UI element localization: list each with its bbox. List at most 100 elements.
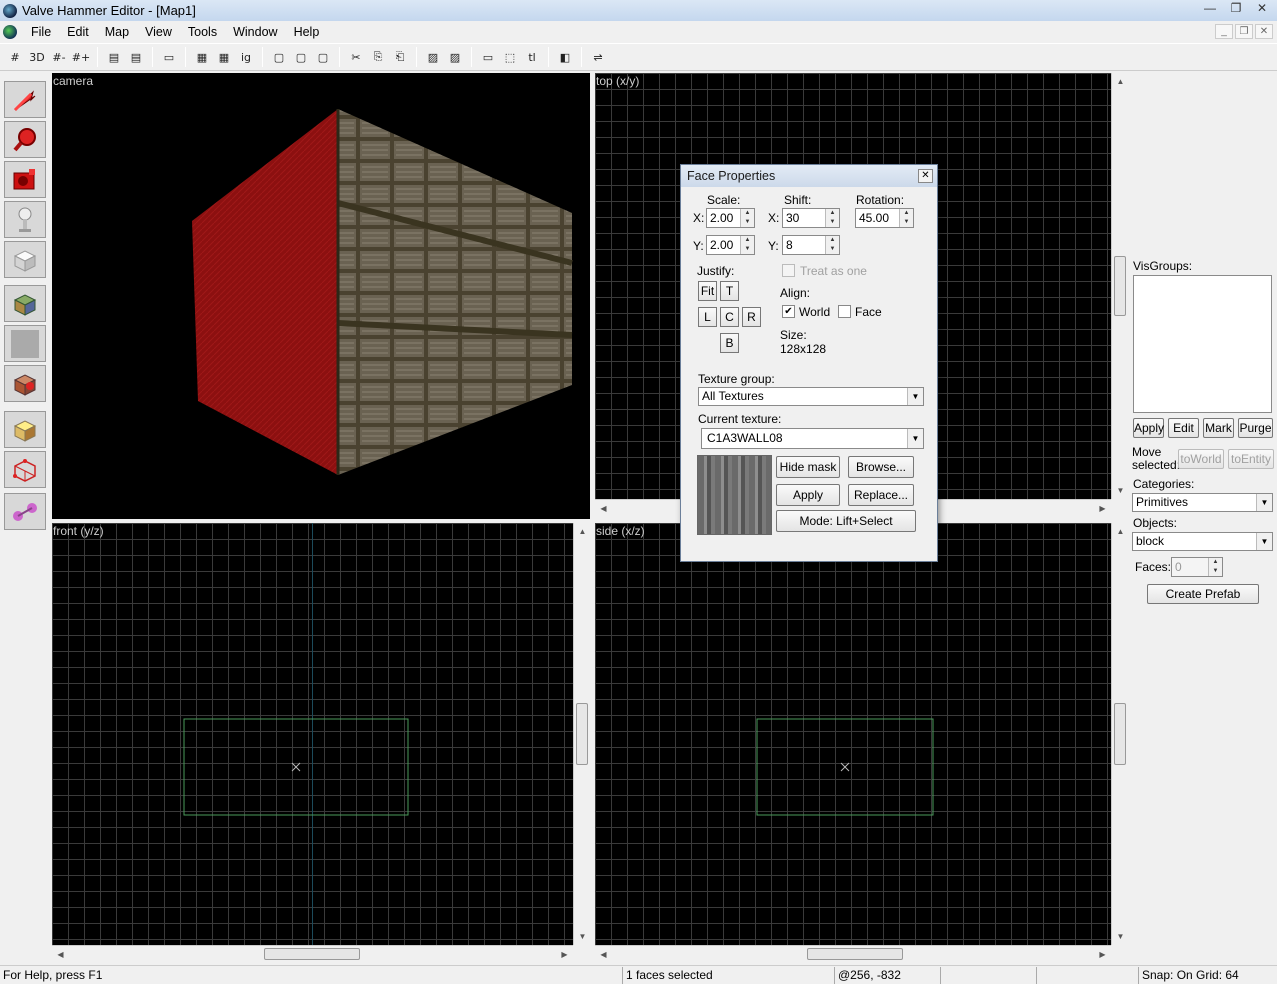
menu-view[interactable]: View — [137, 25, 180, 39]
texture-application-tool[interactable] — [4, 285, 46, 322]
spin-arrows-icon[interactable]: ▲ ▼ — [1208, 558, 1222, 576]
to-world-button[interactable]: toWorld — [1178, 449, 1224, 469]
scale-x-spinner[interactable]: 2.00 ▲ ▼ — [706, 208, 755, 228]
rotation-spinner[interactable]: 45.00 ▲ ▼ — [855, 208, 914, 228]
texture-lock-toggle-icon[interactable]: tl — [521, 46, 543, 68]
browse-button[interactable]: Browse... — [848, 456, 914, 478]
visgroup-apply-button[interactable]: Apply — [1133, 418, 1164, 438]
scale-y-spinner[interactable]: 2.00 ▲ ▼ — [706, 235, 755, 255]
apply-texture-tool[interactable] — [4, 325, 46, 362]
dropdown-arrow-icon[interactable]: ▼ — [907, 388, 923, 405]
cordon-icon[interactable]: ▨ — [422, 46, 444, 68]
smaller-grid-icon[interactable]: #- — [48, 46, 70, 68]
handles-icon[interactable]: ▭ — [477, 46, 499, 68]
scroll-right-arrow-icon[interactable]: ▶ — [556, 946, 573, 963]
scroll-thumb[interactable] — [576, 703, 588, 765]
scroll-left-arrow-icon[interactable]: ◀ — [595, 500, 612, 517]
copy-icon[interactable]: ⎘ — [367, 46, 389, 68]
vertex-tool[interactable] — [4, 451, 46, 488]
menu-file[interactable]: File — [23, 25, 59, 39]
treat-as-one-checkbox[interactable] — [782, 264, 795, 277]
menu-tools[interactable]: Tools — [180, 25, 225, 39]
close-button[interactable]: ✕ — [1251, 1, 1273, 17]
mode-button[interactable]: Mode: Lift+Select — [776, 510, 916, 532]
front-horizontal-scrollbar[interactable]: ◀ ▶ — [52, 945, 573, 962]
scroll-thumb[interactable] — [1114, 703, 1126, 765]
ungroup-icon[interactable]: ▤ — [125, 46, 147, 68]
entity-tool[interactable] — [4, 201, 46, 238]
justify-right-button[interactable]: R — [742, 307, 761, 327]
scroll-thumb[interactable] — [264, 948, 360, 960]
mdi-close-button[interactable]: ✕ — [1255, 24, 1273, 39]
replace-button[interactable]: Replace... — [848, 484, 914, 506]
spin-arrows-icon[interactable]: ▲ ▼ — [899, 209, 913, 227]
dropdown-arrow-icon[interactable]: ▼ — [1256, 494, 1272, 511]
run-map-icon[interactable]: ◧ — [554, 46, 576, 68]
scroll-down-arrow-icon[interactable]: ▼ — [574, 928, 591, 945]
tie-to-entity-icon[interactable]: ▢ — [312, 46, 334, 68]
visgroup-purge-button[interactable]: Purge — [1238, 418, 1273, 438]
apply-texture-button[interactable]: Apply — [776, 484, 840, 506]
larger-grid-icon[interactable]: #+ — [70, 46, 92, 68]
scroll-right-arrow-icon[interactable]: ▶ — [1094, 500, 1111, 517]
dropdown-arrow-icon[interactable]: ▼ — [907, 429, 923, 448]
hide-mask-button[interactable]: Hide mask — [776, 456, 840, 478]
selection-tool[interactable] — [4, 81, 46, 118]
align-world-checkbox[interactable]: ✔ — [782, 305, 795, 318]
current-texture-select[interactable]: C1A3WALL08 ▼ — [701, 428, 924, 449]
decal-tool[interactable] — [4, 365, 46, 402]
dropdown-arrow-icon[interactable]: ▼ — [1256, 533, 1272, 550]
scroll-up-arrow-icon[interactable]: ▲ — [574, 523, 591, 540]
menu-edit[interactable]: Edit — [59, 25, 97, 39]
ignore-groups-icon[interactable]: ig — [235, 46, 257, 68]
texture-group-select[interactable]: All Textures ▼ — [698, 387, 924, 406]
create-prefab-button[interactable]: Create Prefab — [1147, 584, 1259, 604]
align-face-checkbox[interactable] — [838, 305, 851, 318]
texture-lock-icon[interactable]: ▦ — [191, 46, 213, 68]
group-icon[interactable]: ▤ — [103, 46, 125, 68]
clipping-tool[interactable] — [4, 411, 46, 448]
hollow-icon[interactable]: ▢ — [290, 46, 312, 68]
side-vertical-scrollbar[interactable]: ▲ ▼ — [1111, 523, 1128, 945]
top-vertical-scrollbar[interactable]: ▲ ▼ — [1111, 73, 1128, 499]
categories-select[interactable]: Primitives ▼ — [1132, 493, 1273, 512]
justify-fit-button[interactable]: Fit — [698, 281, 717, 301]
shift-y-spinner[interactable]: 8 ▲ ▼ — [782, 235, 840, 255]
spin-arrows-icon[interactable]: ▲ ▼ — [740, 209, 754, 227]
paste-icon[interactable]: ⎗ — [389, 46, 411, 68]
front-vertical-scrollbar[interactable]: ▲ ▼ — [573, 523, 590, 945]
camera-tool[interactable] — [4, 161, 46, 198]
3d-grid-icon[interactable]: 3D — [26, 46, 48, 68]
block-tool[interactable] — [4, 241, 46, 278]
objects-select[interactable]: block ▼ — [1132, 532, 1273, 551]
magnify-tool[interactable] — [4, 121, 46, 158]
minimize-button[interactable]: — — [1199, 1, 1221, 17]
scroll-down-arrow-icon[interactable]: ▼ — [1112, 482, 1129, 499]
justify-bottom-button[interactable]: B — [720, 333, 739, 353]
mdi-minimize-button[interactable]: _ — [1215, 24, 1233, 39]
menu-window[interactable]: Window — [225, 25, 285, 39]
side-viewport[interactable]: side (x/z) — [595, 523, 1111, 945]
scroll-right-arrow-icon[interactable]: ▶ — [1094, 946, 1111, 963]
dialog-close-icon[interactable]: ✕ — [918, 169, 933, 183]
visgroup-mark-button[interactable]: Mark — [1203, 418, 1234, 438]
scroll-left-arrow-icon[interactable]: ◀ — [52, 946, 69, 963]
justify-center-button[interactable]: C — [720, 307, 739, 327]
cut-icon[interactable]: ✂ — [345, 46, 367, 68]
document-icon[interactable] — [3, 24, 17, 39]
spin-arrows-icon[interactable]: ▲ ▼ — [740, 236, 754, 254]
scroll-down-arrow-icon[interactable]: ▼ — [1112, 928, 1129, 945]
spin-arrows-icon[interactable]: ▲ ▼ — [825, 209, 839, 227]
transform-icon[interactable]: ⇌ — [587, 46, 609, 68]
visgroup-edit-button[interactable]: Edit — [1168, 418, 1199, 438]
scroll-thumb[interactable] — [807, 948, 903, 960]
camera-viewport[interactable]: camera — [52, 73, 590, 519]
side-horizontal-scrollbar[interactable]: ◀ ▶ — [595, 945, 1111, 962]
visgroups-list[interactable] — [1133, 275, 1272, 413]
carve-icon[interactable]: ▢ — [268, 46, 290, 68]
selection-icon[interactable]: ⬚ — [499, 46, 521, 68]
maximize-button[interactable]: ❐ — [1225, 1, 1247, 17]
scroll-up-arrow-icon[interactable]: ▲ — [1112, 523, 1129, 540]
shift-x-spinner[interactable]: 30 ▲ ▼ — [782, 208, 840, 228]
mdi-restore-button[interactable]: ❐ — [1235, 24, 1253, 39]
